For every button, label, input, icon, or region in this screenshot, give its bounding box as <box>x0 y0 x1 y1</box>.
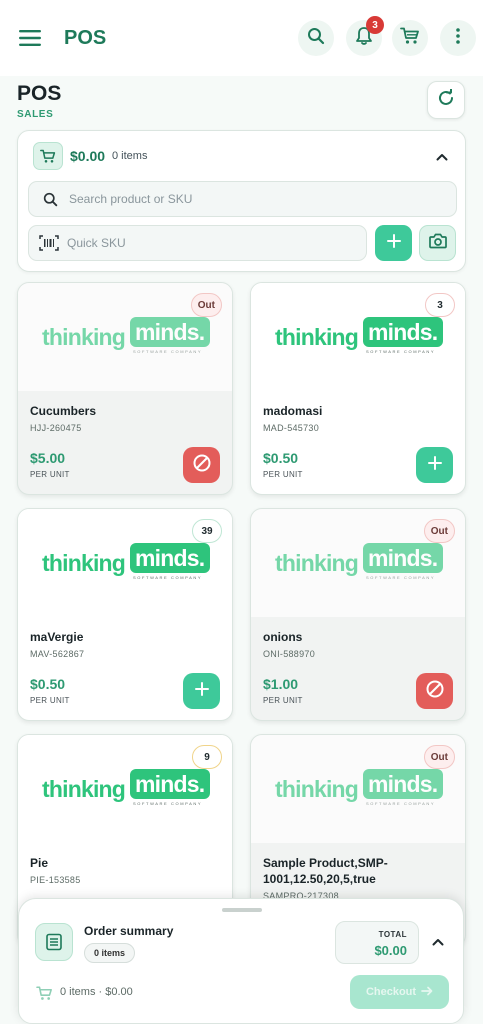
product-unit: PER UNIT <box>263 696 303 705</box>
cart-amount: $0.00 <box>70 148 106 164</box>
unavailable-button[interactable] <box>416 673 453 709</box>
brand-logo: thinking minds. SOFTWARE COMPANY <box>275 541 444 585</box>
product-name: Pie <box>30 856 49 870</box>
cart-panel: $0.00 0 items <box>17 130 466 272</box>
more-options-button[interactable] <box>440 20 476 56</box>
brand-logo: thinking minds. SOFTWARE COMPANY <box>42 767 211 811</box>
plus-icon <box>427 455 442 475</box>
product-name: onions <box>263 630 303 644</box>
cart-icon <box>35 984 53 1002</box>
checkout-button[interactable]: Checkout <box>350 975 449 1009</box>
checkout-label: Checkout <box>365 986 417 998</box>
refresh-icon <box>437 87 455 112</box>
order-summary-title: Order summary <box>84 924 174 938</box>
chevron-up-icon <box>432 933 444 951</box>
order-total-box: TOTAL $0.00 <box>335 921 419 964</box>
stock-badge: 39 <box>192 519 222 543</box>
stock-badge: Out <box>423 745 455 769</box>
add-sku-button[interactable] <box>375 225 412 261</box>
stock-badge: Out <box>423 519 455 543</box>
product-price: $0.50 <box>263 450 299 466</box>
unavailable-button[interactable] <box>183 447 220 483</box>
brand-logo: thinking minds. SOFTWARE COMPANY <box>275 767 444 811</box>
camera-icon <box>428 233 447 254</box>
product-card[interactable]: thinking minds. SOFTWARE COMPANY Out oni… <box>250 508 466 721</box>
product-card[interactable]: thinking minds. SOFTWARE COMPANY 39 maVe… <box>17 508 233 721</box>
collapse-cart-button[interactable] <box>432 147 452 167</box>
product-sku: HJJ-260475 <box>30 423 82 433</box>
product-card[interactable]: thinking minds. SOFTWARE COMPANY Out Cuc… <box>17 282 233 495</box>
stock-badge: 3 <box>425 293 455 317</box>
drag-handle[interactable] <box>222 908 262 912</box>
search-icon <box>307 27 325 50</box>
brand-logo: thinking minds. SOFTWARE COMPANY <box>275 315 444 359</box>
plus-icon <box>194 681 209 701</box>
block-icon <box>425 679 445 704</box>
arrow-right-icon <box>421 986 433 999</box>
cart-icon <box>400 27 420 50</box>
cart-summary-text: 0 items · $0.00 <box>60 986 133 998</box>
product-price: $1.00 <box>263 676 299 692</box>
menu-icon[interactable] <box>14 22 46 54</box>
search-input[interactable] <box>69 192 429 206</box>
product-name: madomasi <box>263 404 323 418</box>
more-vertical-icon <box>456 27 460 49</box>
search-button[interactable] <box>298 20 334 56</box>
total-value: $0.00 <box>374 943 407 958</box>
product-price: $5.00 <box>30 450 66 466</box>
product-sku: PIE-153585 <box>30 875 81 885</box>
app-bar: POS 3 <box>0 0 483 76</box>
product-price: $0.50 <box>30 676 66 692</box>
product-card[interactable]: thinking minds. SOFTWARE COMPANY 3 madom… <box>250 282 466 495</box>
product-sku: ONI-588970 <box>263 649 316 659</box>
receipt-icon <box>35 923 73 961</box>
expand-summary-button[interactable] <box>428 932 448 952</box>
product-sku: MAV-562867 <box>30 649 85 659</box>
chevron-up-icon <box>436 148 448 166</box>
product-name: maVergie <box>30 630 84 644</box>
product-name: Cucumbers <box>30 404 97 418</box>
product-unit: PER UNIT <box>30 470 70 479</box>
page-title: POS <box>17 82 62 105</box>
app-title: POS <box>64 27 107 49</box>
stock-badge: Out <box>190 293 222 317</box>
quick-sku-input[interactable] <box>67 236 347 250</box>
notifications-button[interactable]: 3 <box>346 16 384 56</box>
stock-badge: 9 <box>192 745 222 769</box>
add-to-cart-button[interactable] <box>416 447 453 483</box>
product-sku: MAD-545730 <box>263 423 320 433</box>
order-item-count-badge: 0 items <box>84 943 136 963</box>
brand-logo: thinking minds. SOFTWARE COMPANY <box>42 315 211 359</box>
brand-logo: thinking minds. SOFTWARE COMPANY <box>42 541 211 585</box>
block-icon <box>192 453 212 478</box>
cart-item-count: 0 items <box>112 150 148 162</box>
plus-icon <box>386 233 401 253</box>
refresh-button[interactable] <box>427 81 465 119</box>
quick-sku-field[interactable] <box>28 225 367 261</box>
cart-icon <box>33 142 63 170</box>
notification-badge: 3 <box>366 16 384 34</box>
product-name: Sample Product,SMP-1001,12.50,20,5,true <box>263 856 388 886</box>
page-subtitle: SALES <box>17 109 54 120</box>
product-search-field[interactable] <box>28 181 457 217</box>
product-unit: PER UNIT <box>263 470 303 479</box>
order-summary-sheet: Order summary 0 items TOTAL $0.00 0 item… <box>18 898 464 1024</box>
total-label: TOTAL <box>378 930 407 939</box>
scan-camera-button[interactable] <box>419 225 456 261</box>
barcode-icon <box>39 234 59 252</box>
add-to-cart-button[interactable] <box>183 673 220 709</box>
search-icon <box>41 190 59 208</box>
cart-button[interactable] <box>392 20 428 56</box>
product-unit: PER UNIT <box>30 696 70 705</box>
